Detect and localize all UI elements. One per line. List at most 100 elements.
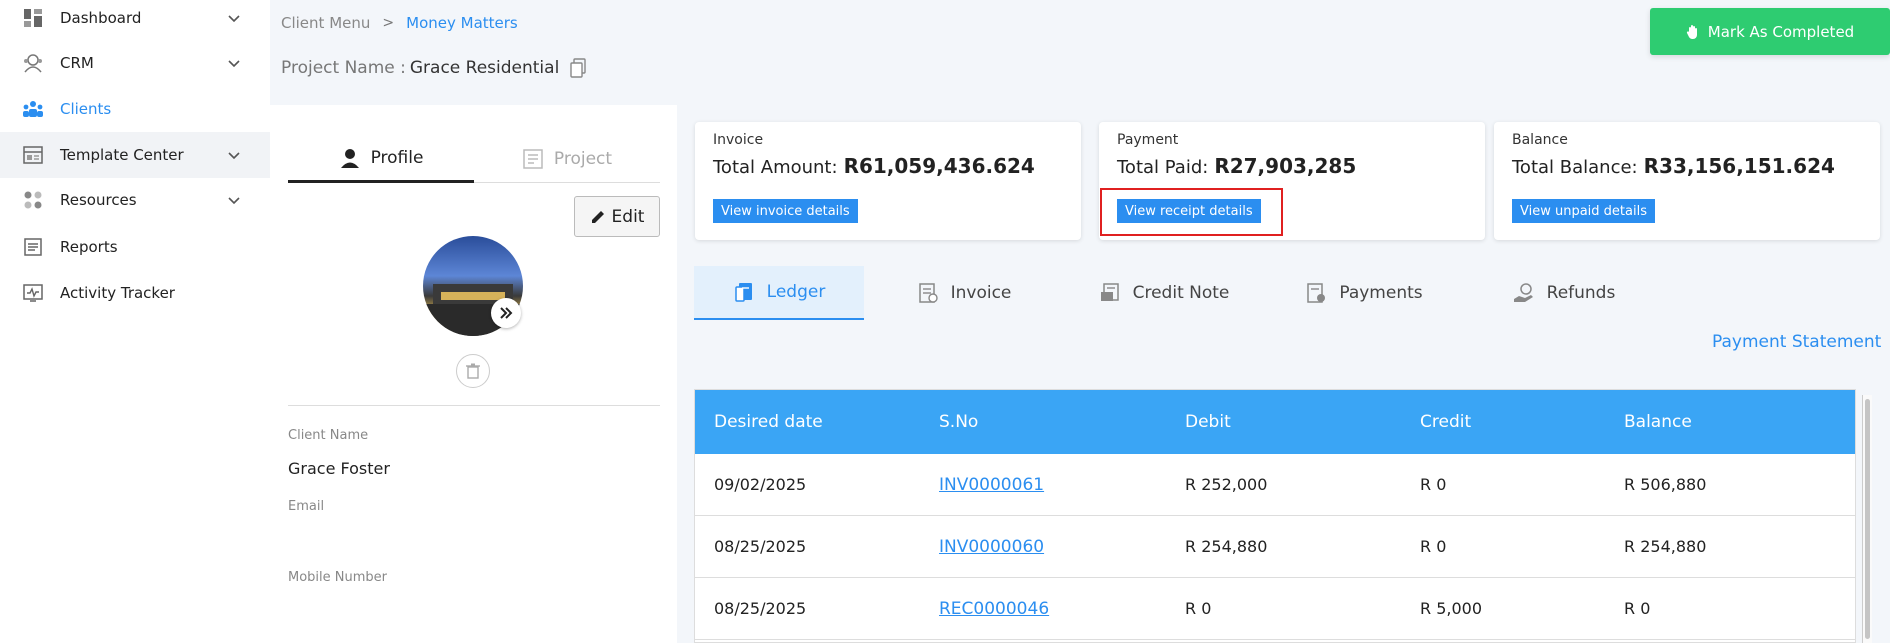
payment-total-label: Total Paid: <box>1117 157 1209 178</box>
invoice-icon <box>918 283 938 303</box>
invoice-total-value: R61,059,436.624 <box>843 154 1035 178</box>
cell-debit: R 252,000 <box>1185 475 1268 494</box>
template-icon <box>22 144 44 166</box>
balance-total-label: Total Balance: <box>1512 157 1638 178</box>
col-credit[interactable]: Credit <box>1420 390 1471 454</box>
cell-sno-link[interactable]: INV0000060 <box>939 516 1044 577</box>
sidebar-item-label: Clients <box>60 100 112 118</box>
breadcrumb-separator: > <box>382 15 395 31</box>
chevron-down-icon <box>228 15 240 23</box>
tab-ledger-label: Ledger <box>766 282 826 302</box>
cell-date: 08/25/2025 <box>714 537 807 556</box>
view-invoice-details-button[interactable]: View invoice details <box>713 199 858 223</box>
credit-note-icon <box>1100 283 1119 301</box>
sidebar-item-activity-tracker[interactable]: Activity Tracker <box>0 270 270 316</box>
resources-icon <box>22 189 44 211</box>
table-row: 08/25/2025 INV0000060 R 254,880 R 0 R 25… <box>695 516 1855 578</box>
sidebar-item-label: CRM <box>60 54 94 72</box>
cell-balance: R 506,880 <box>1624 475 1707 494</box>
highlight-box <box>1100 188 1283 236</box>
double-chevron-right-icon[interactable] <box>491 298 521 328</box>
table-scrollbar[interactable] <box>1862 395 1872 643</box>
sidebar-item-resources[interactable]: Resources <box>0 177 270 223</box>
payment-total-value: R27,903,285 <box>1214 154 1357 178</box>
copy-icon[interactable] <box>569 58 587 78</box>
tab-profile[interactable]: Profile <box>288 135 474 183</box>
project-icon <box>523 149 543 169</box>
user-icon <box>340 148 359 168</box>
payment-card-title: Payment <box>1117 132 1179 148</box>
table-header: Desired date S.No Debit Credit Balance <box>695 390 1855 454</box>
mobile-number-label: Mobile Number <box>288 570 387 585</box>
clients-icon <box>22 98 44 120</box>
chevron-down-icon <box>228 197 240 205</box>
sidebar-item-template-center[interactable]: Template Center <box>0 132 270 178</box>
project-name-label: Project Name : <box>281 58 406 78</box>
col-balance[interactable]: Balance <box>1624 390 1692 454</box>
crm-icon <box>22 52 44 74</box>
chevron-down-icon <box>228 152 240 160</box>
breadcrumb-parent[interactable]: Client Menu <box>281 14 370 32</box>
col-desired-date[interactable]: Desired date <box>714 390 823 454</box>
sidebar-item-clients[interactable]: Clients <box>0 86 270 132</box>
sidebar-item-label: Template Center <box>60 146 184 164</box>
activity-icon <box>22 282 44 304</box>
sidebar-item-crm[interactable]: CRM <box>0 40 270 86</box>
balance-card-title: Balance <box>1512 132 1568 148</box>
balance-card: Balance Total Balance: R33,156,151.624 Vi… <box>1494 122 1880 240</box>
view-unpaid-details-button[interactable]: View unpaid details <box>1512 199 1655 223</box>
scrollbar-thumb[interactable] <box>1865 399 1870 639</box>
tab-payments[interactable]: Payments <box>1264 266 1464 320</box>
project-name: Project Name : Grace Residential <box>281 58 587 78</box>
ledger-table: Desired date S.No Debit Credit Balance 0… <box>694 389 1856 643</box>
cell-date: 08/25/2025 <box>714 599 807 618</box>
breadcrumb-current: Money Matters <box>406 14 518 32</box>
cell-balance: R 254,880 <box>1624 537 1707 556</box>
pencil-icon <box>591 210 604 223</box>
tab-credit-note-label: Credit Note <box>1132 283 1230 303</box>
col-debit[interactable]: Debit <box>1185 390 1231 454</box>
divider <box>288 405 660 406</box>
profile-panel: Profile Project Edit Client Name Grace F… <box>270 105 677 643</box>
invoice-total-label: Total Amount: <box>713 157 838 178</box>
cell-credit: R 5,000 <box>1420 599 1483 618</box>
trash-icon[interactable] <box>456 354 490 388</box>
cell-debit: R 254,880 <box>1185 537 1268 556</box>
tab-refunds[interactable]: Refunds <box>1464 266 1664 320</box>
col-sno[interactable]: S.No <box>939 390 978 454</box>
cell-credit: R 0 <box>1420 537 1447 556</box>
balance-total-value: R33,156,151.624 <box>1643 154 1835 178</box>
dashboard-icon <box>22 7 44 29</box>
edit-label: Edit <box>611 206 645 227</box>
table-row: 08/25/2025 REC0000046 R 0 R 5,000 R 0 <box>695 578 1855 640</box>
cell-sno-link[interactable]: REC0000046 <box>939 578 1049 639</box>
invoice-card-title: Invoice <box>713 132 764 148</box>
balance-total: Total Balance: R33,156,151.624 <box>1512 154 1835 178</box>
sidebar-item-reports[interactable]: Reports <box>0 224 270 270</box>
payment-statement-link[interactable]: Payment Statement <box>1712 332 1881 352</box>
tab-refunds-label: Refunds <box>1546 283 1616 303</box>
edit-button[interactable]: Edit <box>574 196 660 237</box>
tab-credit-note[interactable]: Credit Note <box>1064 266 1264 320</box>
cell-date: 09/02/2025 <box>714 475 807 494</box>
ledger-icon <box>734 283 752 302</box>
refunds-icon <box>1513 283 1533 302</box>
cell-balance: R 0 <box>1624 599 1651 618</box>
tab-payments-label: Payments <box>1339 283 1423 303</box>
sidebar-item-label: Reports <box>60 238 118 256</box>
tab-invoice[interactable]: Invoice <box>864 266 1064 320</box>
sidebar-item-dashboard[interactable]: Dashboard <box>0 0 270 41</box>
sidebar-item-label: Activity Tracker <box>60 284 175 302</box>
cell-sno-link[interactable]: INV0000061 <box>939 454 1044 515</box>
mobile-number-redacted <box>288 617 508 625</box>
payment-total: Total Paid: R27,903,285 <box>1117 154 1356 178</box>
tab-project[interactable]: Project <box>474 135 660 183</box>
invoice-total: Total Amount: R61,059,436.624 <box>713 154 1035 178</box>
client-name-label: Client Name <box>288 428 369 443</box>
breadcrumb: Client Menu > Money Matters <box>281 14 518 32</box>
project-name-value: Grace Residential <box>409 58 560 78</box>
invoice-card: Invoice Total Amount: R61,059,436.624 Vie… <box>695 122 1081 240</box>
tab-ledger[interactable]: Ledger <box>694 266 864 320</box>
mark-as-completed-button[interactable]: Mark As Completed <box>1650 8 1890 55</box>
tab-project-label: Project <box>553 149 613 169</box>
